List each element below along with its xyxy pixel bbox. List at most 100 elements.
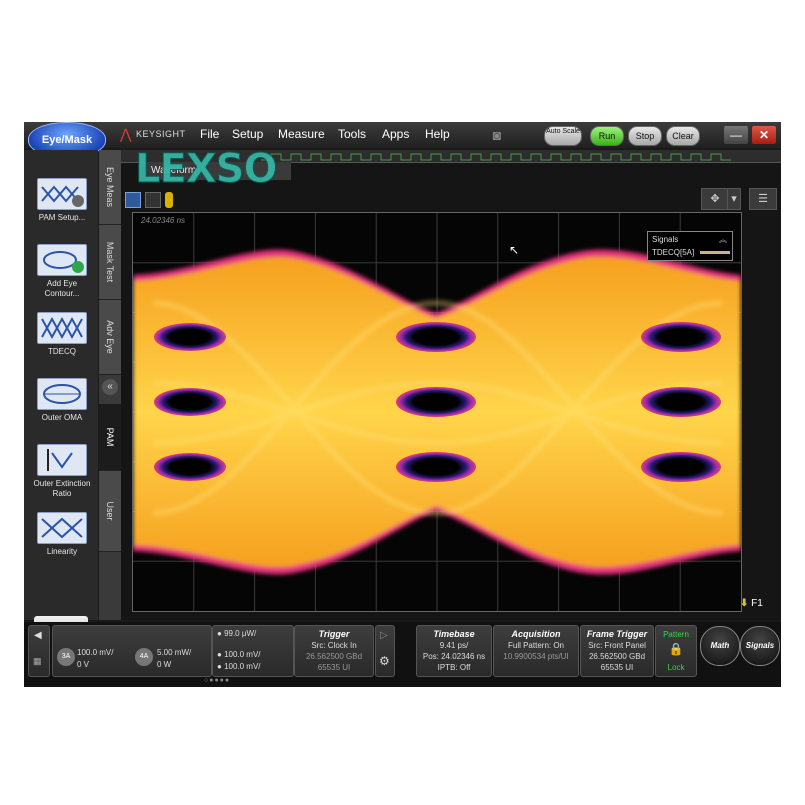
frame-trigger-source: Src: Front Panel: [588, 641, 646, 650]
frame-trigger-rate: 26.562500 GBd: [588, 652, 646, 661]
bottom-bar: ◀ ▦ 3A 100.0 mV/ 0 V 4A 5.00 mW/ 0 W ● 99…: [24, 622, 781, 687]
timebase-scale: 9.41 ps/: [439, 641, 469, 650]
channel-4a-scale: 5.00 mW/: [157, 648, 192, 657]
add-eye-contour-label: Add Eye Contour...: [44, 279, 80, 298]
trigger-source: Src: Clock In: [311, 641, 357, 650]
legend-title: Signals: [652, 235, 679, 244]
legend-series: TDECQ[5A]: [652, 248, 695, 257]
tab-eye-meas[interactable]: Eye Meas: [99, 150, 121, 225]
pattern-title: Pattern: [663, 630, 689, 639]
pan-dropdown-icon[interactable]: ▾: [727, 188, 741, 210]
pan-icon[interactable]: ✥: [701, 188, 729, 210]
power-panel[interactable]: ● 99.0 μW/ ● 100.0 mV/ ● 100.0 mV/: [212, 625, 294, 677]
split-view-icon[interactable]: [145, 192, 161, 208]
menu-tools[interactable]: Tools: [338, 127, 366, 141]
marker-f1[interactable]: ⬇ F1: [740, 598, 763, 609]
linearity-icon: [37, 512, 87, 544]
run-button[interactable]: Run: [590, 126, 624, 146]
outer-extinction-ratio-label: Outer Extinction Ratio: [33, 479, 91, 498]
menu-help[interactable]: Help: [425, 127, 450, 141]
power-line-2: ● 100.0 mV/: [217, 650, 261, 659]
channel-3a-offset: 0 V: [77, 660, 90, 669]
timestamp-label: 24.02346 ns: [141, 216, 186, 225]
math-button[interactable]: Math: [700, 626, 740, 666]
timebase-iptb: IPTB: Off: [437, 663, 471, 672]
pam-setup-label: PAM Setup...: [38, 213, 86, 222]
eye-diagram-plot[interactable]: 24.02346 ns Signals ︽ TDECQ[5A]: [132, 212, 742, 612]
trigger-panel[interactable]: Trigger Src: Clock In 26.562500 GBd 6553…: [294, 625, 374, 677]
more-views-icon[interactable]: [165, 192, 173, 208]
close-button[interactable]: ✕: [752, 126, 776, 144]
acquisition-title: Acquisition: [511, 629, 561, 639]
collapse-panel-icon[interactable]: «: [102, 379, 118, 395]
outer-extinction-ratio-tool[interactable]: Outer Extinction Ratio: [30, 444, 94, 499]
power-line-3: ● 100.0 mV/: [217, 662, 261, 671]
pam-setup-tool[interactable]: PAM Setup...: [30, 178, 94, 223]
outer-oma-icon: [37, 378, 87, 410]
single-view-icon[interactable]: [125, 192, 141, 208]
signals-legend[interactable]: Signals ︽ TDECQ[5A]: [647, 231, 733, 261]
settings-button[interactable]: ⚙ ▷: [375, 625, 395, 677]
menu-setup[interactable]: Setup: [232, 127, 263, 141]
trigger-title: Trigger: [318, 629, 350, 639]
add-eye-contour-tool[interactable]: Add Eye Contour...: [30, 244, 94, 299]
linearity-tool[interactable]: Linearity: [30, 512, 94, 557]
page-dots: ○●●●●: [204, 677, 231, 684]
tdecq-label: TDECQ: [48, 347, 76, 356]
channel-4a-chip: 4A: [135, 648, 153, 666]
tdecq-icon: [37, 312, 87, 344]
power-line-1: ● 99.0 μW/: [217, 629, 257, 638]
lock-icon: 🔒: [668, 642, 684, 656]
acquisition-pattern: Full Pattern: On: [507, 641, 565, 650]
app-window: ⋀ KEYSIGHT File Setup Measure Tools Apps…: [24, 122, 781, 687]
stop-button[interactable]: Stop: [628, 126, 662, 146]
acquisition-density: 10.9900534 pts/UI: [503, 652, 569, 661]
minimize-button[interactable]: —: [724, 126, 748, 144]
channel-panel[interactable]: 3A 100.0 mV/ 0 V 4A 5.00 mW/ 0 W: [52, 625, 212, 677]
auto-scale-button[interactable]: Auto Scale: [544, 126, 582, 146]
chevron-up-icon[interactable]: ︽: [719, 234, 727, 245]
frame-trigger-panel[interactable]: Frame Trigger Src: Front Panel 26.562500…: [580, 625, 654, 677]
frame-trigger-ui: 65535 UI: [600, 663, 634, 672]
eye-diagram-svg: [133, 213, 741, 611]
tab-user[interactable]: User: [99, 471, 121, 552]
pattern-lock-panel[interactable]: Pattern 🔒 Lock: [655, 625, 697, 677]
outer-oma-label: Outer OMA: [41, 413, 83, 422]
pam-setup-icon: [37, 178, 87, 210]
trigger-rate: 26.562500 GBd: [305, 652, 363, 661]
menu-icon[interactable]: ☰: [749, 188, 777, 210]
outer-oma-tool[interactable]: Outer OMA: [30, 378, 94, 423]
tab-pam[interactable]: PAM: [99, 404, 121, 471]
menu-file[interactable]: File: [200, 127, 219, 141]
timebase-title: Timebase: [433, 629, 475, 639]
linearity-label: Linearity: [46, 547, 78, 556]
pattern-lock-label: Lock: [667, 663, 685, 672]
camera-icon[interactable]: ◙: [486, 127, 508, 143]
channel-3a-scale: 100.0 mV/: [77, 648, 114, 657]
tab-mask-test[interactable]: Mask Test: [99, 225, 121, 300]
brand-label: KEYSIGHT: [136, 129, 186, 139]
tab-adv-eye[interactable]: Adv Eye: [99, 300, 121, 375]
acquisition-panel[interactable]: Acquisition Full Pattern: On 10.9900534 …: [493, 625, 579, 677]
signals-button[interactable]: Signals: [740, 626, 780, 666]
waveform-area: Waveform LEXSO ✥ ▾ ☰ 24.02346 ns Signals…: [121, 146, 781, 620]
eye-contour-icon: [37, 244, 87, 276]
timebase-panel[interactable]: Timebase 9.41 ps/ Pos: 24.02346 ns IPTB:…: [416, 625, 492, 677]
legend-swatch: [700, 251, 730, 254]
tdecq-tool[interactable]: TDECQ: [30, 312, 94, 357]
timebase-position: Pos: 24.02346 ns: [422, 652, 486, 661]
trigger-ui: 65535 UI: [317, 663, 351, 672]
extinction-ratio-icon: [37, 444, 87, 476]
arrow-left-icon: ◀: [34, 630, 42, 641]
arrow-down-icon: ⬇: [740, 598, 749, 609]
gear-icon: ⚙: [379, 654, 390, 668]
channel-4a-offset: 0 W: [157, 660, 172, 669]
keysight-logo-icon: ⋀: [120, 126, 132, 142]
clear-button[interactable]: Clear: [666, 126, 700, 146]
mouse-cursor-icon: ↖: [509, 243, 520, 257]
menu-measure[interactable]: Measure: [278, 127, 325, 141]
channel-3a-chip: 3A: [57, 648, 75, 666]
view-icons: [125, 192, 185, 208]
menu-apps[interactable]: Apps: [382, 127, 409, 141]
scroll-left-button[interactable]: ◀ ▦: [28, 625, 50, 677]
